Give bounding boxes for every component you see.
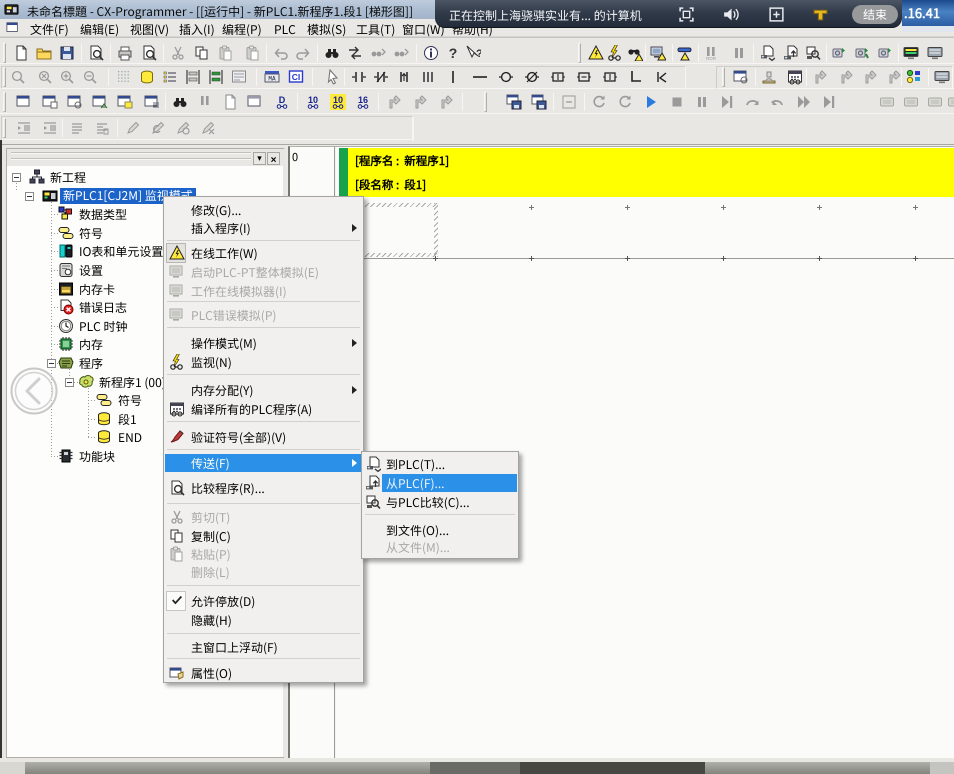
svg-text:?: ? <box>476 48 481 60</box>
svg-text:10: 10 <box>333 95 343 105</box>
svg-text:CI: CI <box>292 72 301 82</box>
svg-text:16: 16 <box>358 95 368 105</box>
svg-text:ROR: ROR <box>706 56 716 61</box>
svg-text:D: D <box>279 95 286 105</box>
svg-text:?: ? <box>449 45 458 61</box>
svg-text:MA: MA <box>268 76 276 83</box>
svg-text:10: 10 <box>308 95 318 105</box>
